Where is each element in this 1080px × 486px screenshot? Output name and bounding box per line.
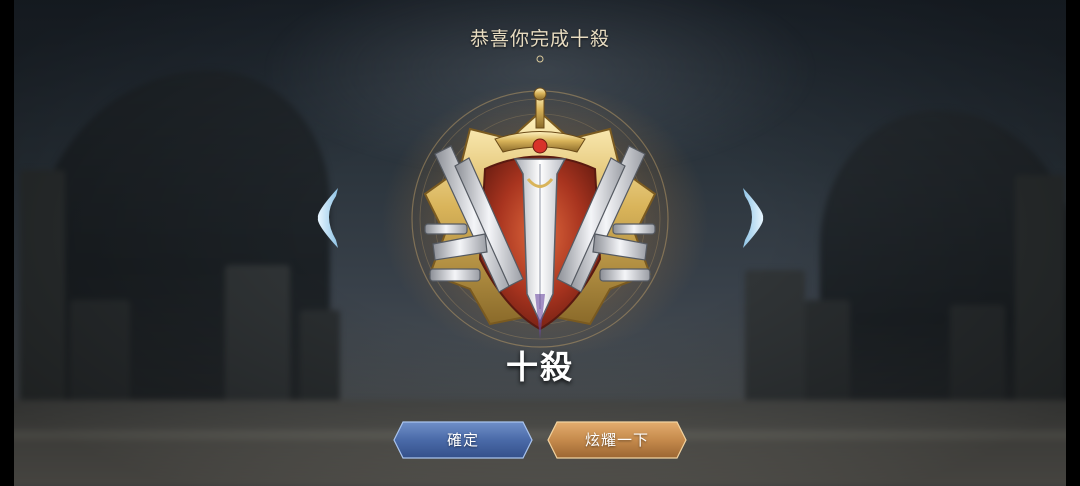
letterbox-bar-right bbox=[1066, 0, 1080, 486]
page-title: 恭喜你完成十殺 bbox=[469, 28, 610, 50]
confirm-button-label: 確定 bbox=[446, 431, 479, 449]
show-off-button-label: 炫耀一下 bbox=[584, 431, 649, 449]
achievement-name: 十殺 bbox=[505, 348, 574, 386]
confirm-button[interactable]: 確定 bbox=[393, 421, 533, 459]
title-divider-ornament bbox=[380, 55, 700, 63]
letterbox-bar-left bbox=[0, 0, 14, 486]
crossed-swords-emblem-icon bbox=[411, 87, 669, 348]
title-banner: 恭喜你完成十殺 bbox=[380, 18, 700, 63]
show-off-button[interactable]: 炫耀一下 bbox=[547, 421, 687, 459]
chevron-left-icon[interactable] bbox=[316, 186, 346, 250]
chevron-right-icon[interactable] bbox=[735, 186, 765, 250]
game-result-screen: 恭喜你完成十殺 十殺 確定 炫耀一下 bbox=[0, 0, 1080, 486]
